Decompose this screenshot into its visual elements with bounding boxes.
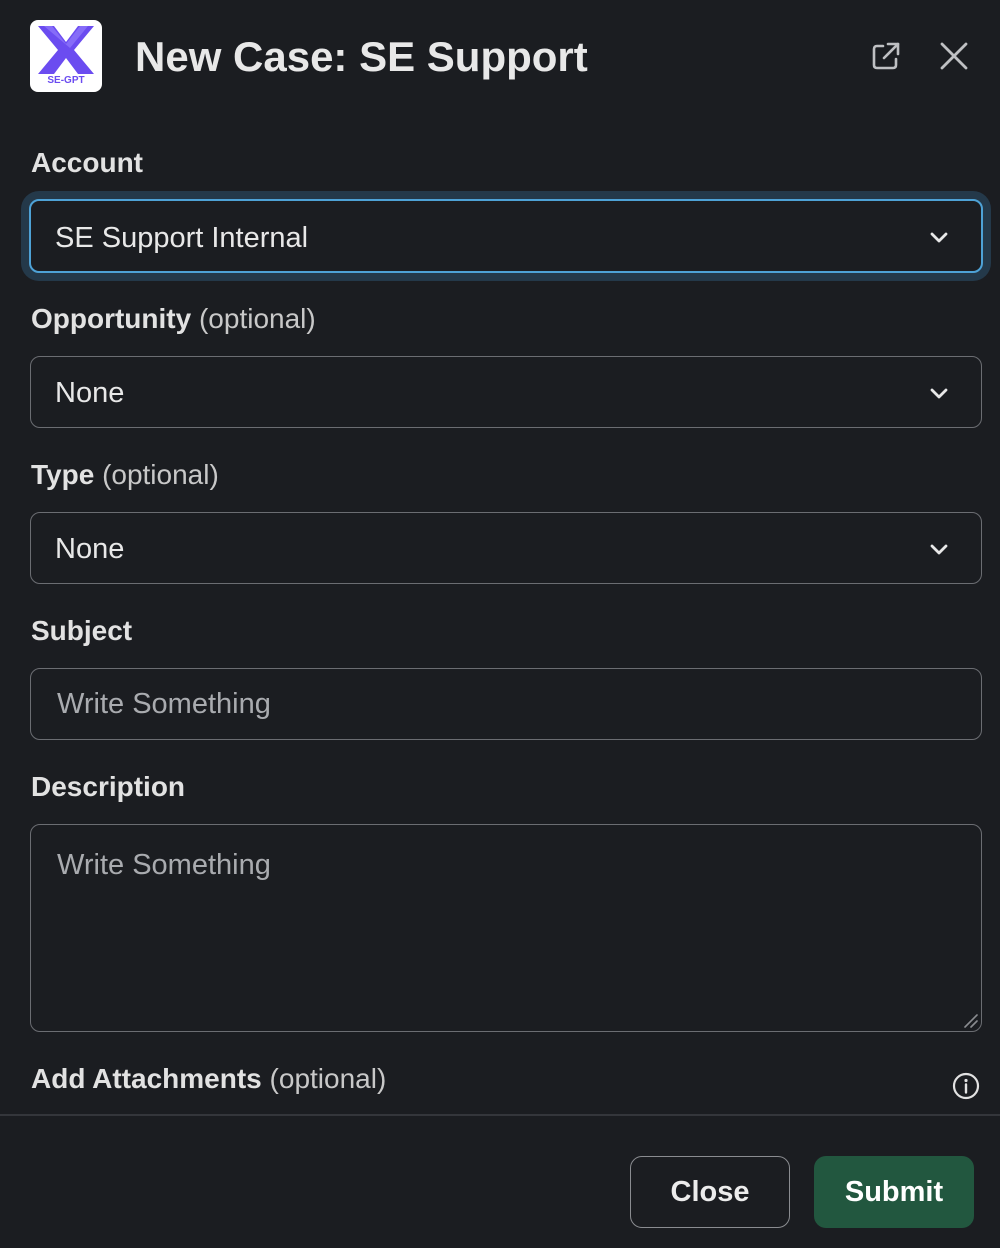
type-select[interactable]: None — [30, 512, 982, 584]
subject-placeholder: Write Something — [57, 688, 271, 720]
close-button[interactable]: Close — [630, 1156, 790, 1228]
close-modal-button[interactable] — [934, 36, 974, 76]
opportunity-select-value: None — [55, 377, 125, 409]
close-icon — [940, 42, 968, 70]
opportunity-optional-tag: (optional) — [198, 303, 316, 334]
open-in-new-window-button[interactable] — [866, 36, 906, 76]
opportunity-select[interactable]: None — [30, 356, 982, 428]
resize-handle-icon[interactable] — [962, 1012, 978, 1028]
modal-title: New Case: SE Support — [135, 33, 588, 80]
subject-input[interactable]: Write Something — [30, 668, 982, 740]
account-label-text: Account — [31, 147, 143, 178]
chevron-down-icon — [930, 388, 948, 399]
subject-label-text: Subject — [31, 615, 133, 646]
attachments-label: Add Attachments (optional) — [31, 1061, 386, 1097]
attachments-optional-tag: (optional) — [269, 1063, 387, 1094]
type-label: Type (optional) — [31, 457, 219, 493]
chevron-down-icon — [930, 544, 948, 555]
type-select-value: None — [55, 533, 125, 565]
modal-footer: Close Submit — [0, 1116, 1000, 1248]
new-case-modal: SE-GPT New Case: SE Support Account SE S… — [0, 0, 1000, 1248]
description-label-text: Description — [31, 771, 186, 802]
description-label: Description — [31, 769, 185, 805]
subject-label: Subject — [31, 613, 132, 649]
description-placeholder: Write Something — [57, 849, 271, 881]
opportunity-label: Opportunity (optional) — [31, 301, 316, 337]
account-select-value: SE Support Internal — [55, 222, 309, 254]
info-icon[interactable] — [951, 1071, 981, 1101]
type-optional-tag: (optional) — [102, 459, 219, 490]
open-in-new-window-icon — [872, 42, 900, 70]
type-label-text: Type — [31, 459, 95, 490]
account-label: Account — [31, 145, 143, 181]
modal-header: SE-GPT New Case: SE Support — [0, 0, 1000, 112]
opportunity-label-text: Opportunity — [31, 303, 192, 334]
attachments-label-text: Add Attachments — [31, 1063, 262, 1094]
chevron-down-icon — [930, 232, 948, 243]
submit-button[interactable]: Submit — [814, 1156, 974, 1228]
description-textarea[interactable]: Write Something — [30, 824, 982, 1032]
app-logo: SE-GPT — [30, 20, 102, 92]
logo-text: SE-GPT — [47, 75, 84, 86]
account-select[interactable]: SE Support Internal — [29, 199, 983, 273]
